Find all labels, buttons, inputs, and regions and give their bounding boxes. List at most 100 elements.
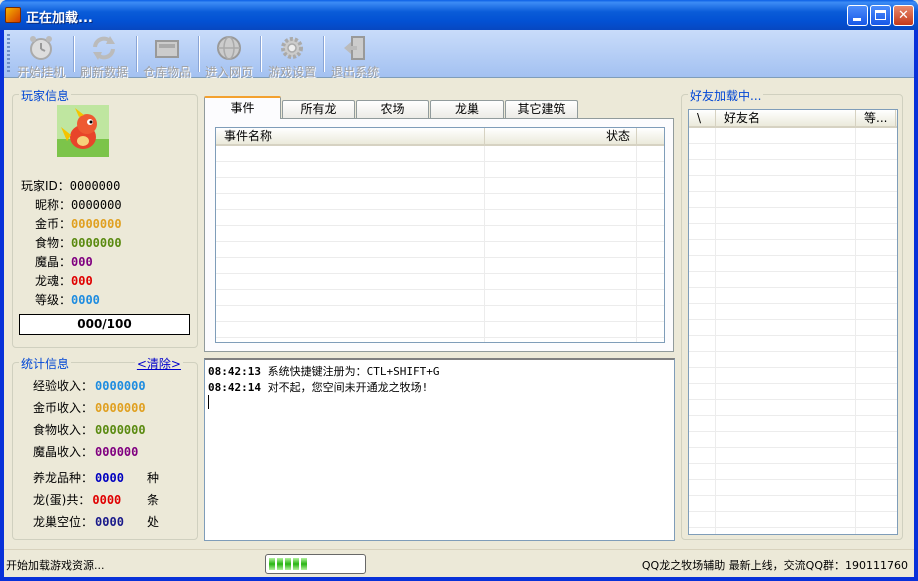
exp-income-label: 经验收入： xyxy=(33,379,94,393)
crystal-income-label: 魔晶收入： xyxy=(33,445,94,459)
gold-income-value: 0000000 xyxy=(95,401,146,415)
title-bar[interactable]: 正在加载... ✕ xyxy=(0,0,918,30)
breed-label: 养龙品种： xyxy=(33,471,94,485)
events-list-grid xyxy=(216,146,664,342)
log-timestamp: 08:42:13 xyxy=(208,365,261,378)
progress-block xyxy=(293,558,299,570)
nest-vacancy-row: 龙巢空位： 0000 处 xyxy=(33,513,193,529)
log-output[interactable]: 08:42:13 系统快捷键注册为：CTL+SHIFT+G 08:42:14 对… xyxy=(204,358,675,541)
column-status[interactable]: 状态 xyxy=(485,128,637,145)
gold-income-label: 金币收入： xyxy=(33,401,94,415)
breed-unit: 种 xyxy=(147,471,160,485)
events-tab-panel: 事件名称 状态 xyxy=(204,118,674,352)
exp-income-row: 经验收入： 0000000 xyxy=(33,377,193,393)
experience-box: 000/100 xyxy=(19,314,190,335)
exit-system-button[interactable]: 退出系统 xyxy=(324,32,386,79)
food-row: 食物：0000000 xyxy=(21,234,201,250)
toolbar: 开始挂机 刷新数据 仓库物品 进入网页 游戏设置 退出系统 xyxy=(4,30,914,79)
events-list[interactable]: 事件名称 状态 xyxy=(215,127,665,343)
exit-system-label: 退出系统 xyxy=(330,65,379,79)
tab-dragon-nest[interactable]: 龙巢 xyxy=(430,100,504,118)
storage-items-label: 仓库物品 xyxy=(142,65,191,79)
crystal-row: 魔晶：000 xyxy=(21,253,201,269)
refresh-data-button[interactable]: 刷新数据 xyxy=(73,32,135,79)
text-caret xyxy=(208,395,209,409)
stats-title: 统计信息 xyxy=(19,355,72,372)
close-icon: ✕ xyxy=(898,8,909,23)
friends-list-grid xyxy=(689,128,897,534)
gear-icon xyxy=(281,37,303,59)
events-column-divider xyxy=(484,146,485,342)
events-column-divider xyxy=(636,146,637,342)
dragon-soul-label: 龙魂： xyxy=(34,274,71,288)
column-event-name[interactable]: 事件名称 xyxy=(216,128,485,145)
nest-vacancy-label: 龙巢空位： xyxy=(33,515,94,529)
food-label: 食物： xyxy=(34,236,71,250)
gold-income-row: 金币收入： 0000000 xyxy=(33,399,193,415)
gold-row: 金币：0000000 xyxy=(21,215,201,231)
dragon-count-unit: 条 xyxy=(147,493,160,507)
stats-group: 统计信息 <清除> 经验收入： 0000000 金币收入： 0000000 食物收入… xyxy=(12,355,198,540)
dragon-count-row: 龙(蛋)共： 0000 条 xyxy=(33,491,193,507)
log-line: 08:42:13 系统快捷键注册为：CTL+SHIFT+G xyxy=(208,363,439,379)
friends-column-divider xyxy=(855,128,856,534)
app-dragon-icon xyxy=(5,7,21,23)
friends-column-divider xyxy=(715,128,716,534)
progress-block xyxy=(277,558,283,570)
tab-farm[interactable]: 农场 xyxy=(356,100,429,118)
nickname-value: 0000000 xyxy=(71,198,122,212)
column-index[interactable]: \ xyxy=(689,110,716,127)
nickname-label: 昵称： xyxy=(34,198,71,212)
app-window: 正在加载... ✕ 开始挂机 刷新数据 仓库物品 进入网页 游戏设置 退出系统 … xyxy=(0,0,918,581)
close-button[interactable]: ✕ xyxy=(893,5,914,26)
food-income-value: 0000000 xyxy=(95,423,146,437)
player-id-label: 玩家ID： xyxy=(21,179,70,193)
tab-events[interactable]: 事件 xyxy=(204,96,281,119)
refresh-icon xyxy=(93,36,115,60)
client-area: 开始挂机 刷新数据 仓库物品 进入网页 游戏设置 退出系统 玩家信息 玩家ID：… xyxy=(4,30,914,577)
friends-list[interactable]: \ 好友名 等... xyxy=(688,109,898,535)
dragon-count-label: 龙(蛋)共： xyxy=(33,493,91,507)
minimize-button[interactable] xyxy=(847,5,868,26)
game-settings-button[interactable]: 游戏设置 xyxy=(261,32,323,79)
log-message: 对不起，您空间未开通龙之牧场! xyxy=(267,381,429,394)
maximize-icon xyxy=(875,10,886,20)
food-value: 0000000 xyxy=(71,236,122,250)
column-friend-name[interactable]: 好友名 xyxy=(716,110,856,127)
breed-value: 0000 xyxy=(95,471,124,485)
enter-webpage-button[interactable]: 进入网页 xyxy=(198,32,260,79)
progress-block xyxy=(285,558,291,570)
tab-all-dragons[interactable]: 所有龙 xyxy=(282,100,355,118)
food-income-label: 食物收入： xyxy=(33,423,94,437)
refresh-data-label: 刷新数据 xyxy=(79,65,128,79)
exp-income-value: 0000000 xyxy=(95,379,146,393)
maximize-button[interactable] xyxy=(870,5,891,26)
player-id-row: 玩家ID：0000000 xyxy=(21,177,201,193)
player-info-title: 玩家信息 xyxy=(19,87,72,104)
globe-icon xyxy=(217,36,241,60)
status-bar: 开始加载游戏资源... QQ龙之牧场辅助 最新上线，交流QQ群：19011176… xyxy=(4,549,914,577)
tab-other-buildings[interactable]: 其它建筑 xyxy=(505,100,578,118)
nest-vacancy-value: 0000 xyxy=(95,515,124,529)
crystal-label: 魔晶： xyxy=(34,255,71,269)
game-settings-label: 游戏设置 xyxy=(267,65,316,79)
crystal-income-row: 魔晶收入： 000000 xyxy=(33,443,193,459)
status-message: 开始加载游戏资源... xyxy=(6,559,105,572)
log-line: 08:42:14 对不起，您空间未开通龙之牧场! xyxy=(208,379,428,395)
alarm-clock-icon xyxy=(30,36,52,60)
column-level[interactable]: 等... xyxy=(856,110,896,127)
breed-row: 养龙品种： 0000 种 xyxy=(33,469,193,485)
clear-stats-link[interactable]: <清除> xyxy=(134,355,183,372)
friends-list-header: \ 好友名 等... xyxy=(689,110,897,128)
loading-progress-bar xyxy=(265,554,366,574)
nest-vacancy-unit: 处 xyxy=(147,515,160,529)
food-income-row: 食物收入： 0000000 xyxy=(33,421,193,437)
log-message: 系统快捷键注册为：CTL+SHIFT+G xyxy=(267,365,440,378)
crystal-value: 000 xyxy=(71,255,93,269)
start-hangup-button[interactable]: 开始挂机 xyxy=(10,32,72,79)
minimize-icon xyxy=(853,18,861,21)
level-value: 0000 xyxy=(71,293,100,307)
storage-items-button[interactable]: 仓库物品 xyxy=(136,32,198,79)
status-info: QQ龙之牧场辅助 最新上线，交流QQ群：190111760 xyxy=(641,559,908,572)
exit-door-icon xyxy=(344,36,365,60)
